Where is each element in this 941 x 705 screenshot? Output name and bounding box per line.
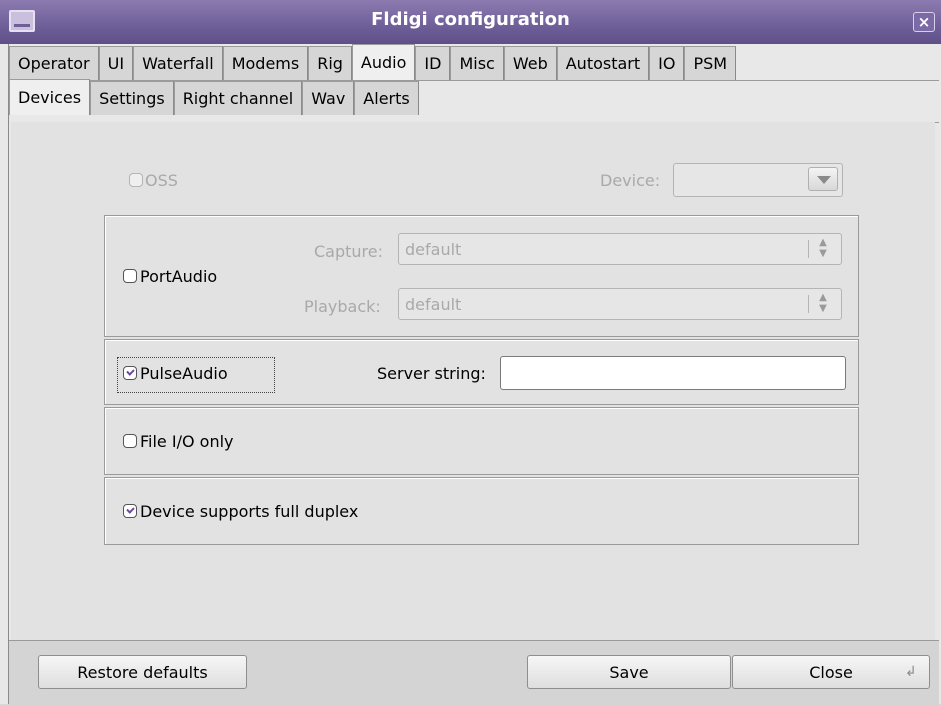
capture-label: Capture: <box>314 242 384 261</box>
pulseaudio-group: PulseAudio Server string: <box>104 339 859 405</box>
tab-io[interactable]: IO <box>649 46 685 80</box>
save-button[interactable]: Save <box>527 655 731 689</box>
portaudio-group: PortAudio Capture: default ▲ ▼ Playback: … <box>104 215 859 337</box>
main-tab-bar: Operator UI Waterfall Modems Rig Audio I… <box>9 44 939 80</box>
capture-value: default <box>405 240 462 259</box>
tab-id[interactable]: ID <box>415 46 451 80</box>
tab-settings[interactable]: Settings <box>90 81 174 115</box>
oss-label: OSS <box>145 171 178 190</box>
button-bar: Restore defaults Save Close ↲ <box>9 640 939 705</box>
updown-icon[interactable]: ▲ ▼ <box>816 237 830 259</box>
duplex-group: Device supports full duplex <box>104 477 859 545</box>
playback-value: default <box>405 295 462 314</box>
server-string-label: Server string: <box>377 364 486 383</box>
tab-audio[interactable]: Audio <box>351 44 416 80</box>
fileio-label: File I/O only <box>140 432 234 451</box>
chevron-down-icon[interactable] <box>808 167 838 191</box>
tab-rig[interactable]: Rig <box>308 46 352 80</box>
pulseaudio-label: PulseAudio <box>140 364 228 383</box>
restore-defaults-button[interactable]: Restore defaults <box>38 655 247 689</box>
window-title: Fldigi configuration <box>371 9 570 30</box>
tab-ui[interactable]: UI <box>98 46 134 80</box>
tab-psm[interactable]: PSM <box>684 46 737 80</box>
tab-devices[interactable]: Devices <box>9 79 91 115</box>
tab-operator[interactable]: Operator <box>9 46 99 80</box>
config-window: Fldigi configuration × Operator UI Water… <box>0 0 941 705</box>
tab-modems[interactable]: Modems <box>222 46 309 80</box>
capture-select[interactable]: default ▲ ▼ <box>398 233 842 265</box>
fileio-checkbox[interactable] <box>123 434 137 448</box>
tab-right-channel[interactable]: Right channel <box>173 81 303 115</box>
oss-device-label: Device: <box>600 171 661 190</box>
fileio-group: File I/O only <box>104 407 859 475</box>
enter-key-icon: ↲ <box>905 664 917 680</box>
duplex-checkbox[interactable] <box>123 504 137 518</box>
sub-tab-bar: Devices Settings Right channel Wav Alert… <box>9 79 419 115</box>
portaudio-label: PortAudio <box>140 267 218 286</box>
tab-alerts[interactable]: Alerts <box>354 81 419 115</box>
title-bar[interactable]: Fldigi configuration × <box>0 0 941 44</box>
oss-checkbox[interactable] <box>129 173 143 187</box>
duplex-label: Device supports full duplex <box>140 502 359 521</box>
pulseaudio-checkbox[interactable] <box>123 366 137 380</box>
tab-autostart[interactable]: Autostart <box>556 46 650 80</box>
oss-device-select[interactable] <box>673 163 843 197</box>
tab-waterfall[interactable]: Waterfall <box>133 46 223 80</box>
server-string-input[interactable] <box>500 356 846 390</box>
capture-separator <box>808 240 809 258</box>
playback-select[interactable]: default ▲ ▼ <box>398 288 842 320</box>
playback-label: Playback: <box>304 297 381 316</box>
client-area: Operator UI Waterfall Modems Rig Audio I… <box>8 44 939 705</box>
tab-web[interactable]: Web <box>503 46 557 80</box>
tab-wav[interactable]: Wav <box>302 81 355 115</box>
close-button-label: Close <box>809 662 853 682</box>
portaudio-checkbox[interactable] <box>123 269 137 283</box>
close-button[interactable]: Close ↲ <box>732 655 930 689</box>
updown-icon[interactable]: ▲ ▼ <box>816 292 830 314</box>
tab-misc[interactable]: Misc <box>450 46 504 80</box>
playback-separator <box>808 295 809 313</box>
devices-panel: OSS Device: PortAudio Capture: default ▲… <box>11 122 935 642</box>
close-icon[interactable]: × <box>913 12 935 32</box>
